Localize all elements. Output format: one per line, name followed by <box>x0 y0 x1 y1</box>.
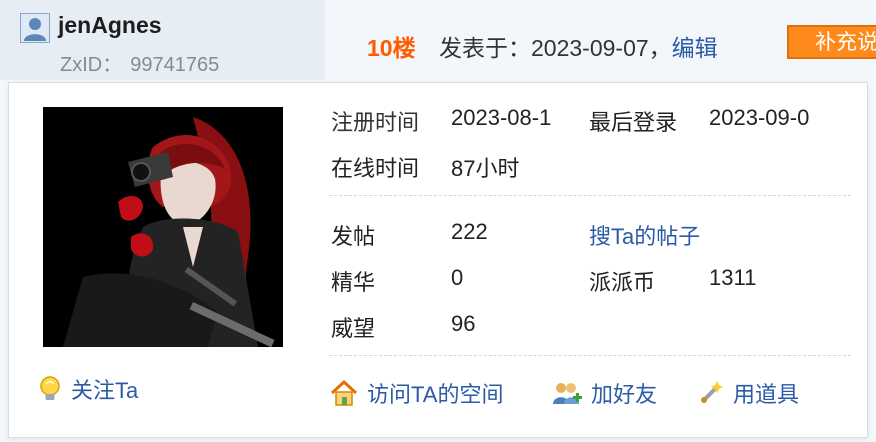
follow-label[interactable]: 关注Ta <box>71 373 138 405</box>
reg-time-row: 注册时间 <box>331 105 419 137</box>
posts-value: 222 <box>451 219 488 244</box>
visit-space-button[interactable]: 访问TA的空间 <box>329 377 503 409</box>
add-friend-icon <box>553 383 582 404</box>
divider-top <box>329 195 851 196</box>
floor-number: 10楼 <box>367 35 416 61</box>
divider-bottom <box>329 355 851 356</box>
posted-at-text: 发表于：2023-09-07， <box>439 35 672 61</box>
prestige-label: 威望 <box>331 316 376 341</box>
user-profile-card: 关注Ta 注册时间 2023-08-1 最后登录 2023-09-0 在线时间 … <box>8 82 868 438</box>
bulb-icon <box>40 376 60 400</box>
visit-space-label[interactable]: 访问TA的空间 <box>367 377 503 409</box>
elite-label: 精华 <box>331 270 376 295</box>
user-avatar-image[interactable] <box>43 107 283 347</box>
coin-label: 派派币 <box>589 270 656 295</box>
posts-label: 发帖 <box>331 224 376 249</box>
post-meta-bar: 10楼 发表于：2023-09-07，编辑 补充说 <box>325 0 876 80</box>
elite-value: 0 <box>451 265 464 290</box>
avatar-illustration <box>43 107 283 347</box>
use-item-button[interactable]: 用道具 <box>697 377 799 409</box>
magic-wand-icon <box>701 381 723 403</box>
reg-time-value: 2023-08-1 <box>451 105 552 130</box>
edit-link[interactable]: 编辑 <box>672 35 718 61</box>
zxid-value: 99741765 <box>130 54 220 76</box>
supplement-button[interactable]: 补充说 <box>787 25 876 59</box>
add-friend-label[interactable]: 加好友 <box>591 377 657 409</box>
coin-value: 1311 <box>709 265 757 290</box>
prestige-value: 96 <box>451 311 476 336</box>
user-avatar-icon[interactable] <box>20 13 50 43</box>
user-header: jenAgnes ZxID： 99741765 <box>0 0 326 80</box>
zxid: ZxID： 99741765 <box>60 48 219 77</box>
last-login-value: 2023-09-0 <box>709 105 810 130</box>
search-posts-link[interactable]: 搜Ta的帖子 <box>589 219 700 251</box>
username-link[interactable]: jenAgnes <box>58 12 162 39</box>
home-icon <box>330 379 358 406</box>
zxid-label: ZxID： <box>60 54 123 76</box>
online-time-label: 在线时间 <box>331 156 420 181</box>
online-time-value: 87小时 <box>451 156 520 181</box>
reg-time-label: 注册时间 <box>331 110 420 135</box>
posted-at: 发表于：2023-09-07，编辑 <box>439 29 718 63</box>
add-friend-button[interactable]: 加好友 <box>551 377 657 409</box>
use-item-label[interactable]: 用道具 <box>733 377 799 409</box>
follow-button[interactable]: 关注Ta <box>37 373 138 405</box>
last-login-label: 最后登录 <box>589 110 678 135</box>
